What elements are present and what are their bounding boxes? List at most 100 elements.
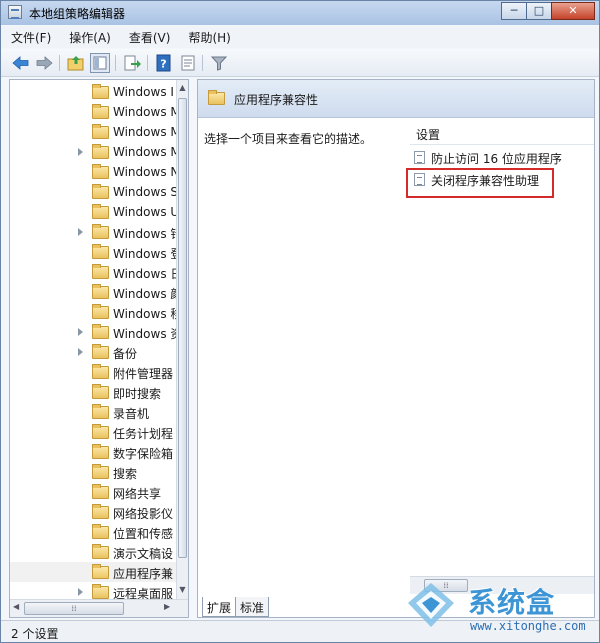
folder-icon <box>92 204 109 219</box>
folder-icon <box>92 544 109 559</box>
status-text: 2 个设置 <box>11 627 59 641</box>
tree-item[interactable]: 搜索 <box>10 462 180 482</box>
tree-item[interactable]: 网络共享 <box>10 482 180 502</box>
tree-item[interactable]: 录音机 <box>10 402 180 422</box>
expand-arrow-icon[interactable] <box>78 228 83 236</box>
export-list-icon[interactable] <box>122 53 142 73</box>
tab-extended[interactable]: 扩展 <box>202 597 237 617</box>
folder-icon <box>92 104 109 119</box>
tree-item[interactable]: 附件管理器 <box>10 362 180 382</box>
close-button[interactable]: ✕ <box>551 2 595 20</box>
column-divider <box>410 144 594 145</box>
toolbar-separator <box>202 55 203 71</box>
tree-pane[interactable]: Windows I Windows M Windows M Windows M Wind… <box>9 79 189 618</box>
tree-horizontal-scroll-thumb[interactable]: ⁞⁞ <box>24 602 124 615</box>
tree-item[interactable]: Windows U <box>10 202 180 222</box>
site-watermark: 系统盒 www.xitonghe.com <box>406 575 598 641</box>
title-bar[interactable]: 本地组策略编辑器 ─ □ ✕ <box>1 1 599 25</box>
folder-icon <box>92 484 109 499</box>
setting-row-block-16bit[interactable]: 防止访问 16 位应用程序 <box>414 148 594 168</box>
tree-vertical-scroll-thumb[interactable] <box>178 98 187 558</box>
tree-item[interactable]: Windows 颜 <box>10 282 180 302</box>
menu-file[interactable]: 文件(F) <box>11 29 51 46</box>
watermark-url: www.xitonghe.com <box>470 619 586 633</box>
tree-item[interactable]: 演示文稿设 <box>10 542 180 562</box>
tree-item[interactable]: Windows 移 <box>10 302 180 322</box>
tree-item-label: 录音机 <box>113 407 150 421</box>
expand-arrow-icon[interactable] <box>78 148 83 156</box>
tree-item[interactable]: Windows 资 <box>10 322 180 342</box>
tree-item-label: Windows 资 <box>113 327 180 341</box>
scroll-down-arrow-icon[interactable]: ▼ <box>177 582 188 598</box>
scroll-right-arrow-icon[interactable]: ▶ <box>164 602 170 611</box>
tree-item[interactable]: Windows M <box>10 122 180 142</box>
tree-item[interactable]: 备份 <box>10 342 180 362</box>
maximize-button[interactable]: □ <box>526 2 552 20</box>
scroll-left-arrow-icon[interactable]: ◀ <box>13 602 19 611</box>
tree-item[interactable]: Windows I <box>10 82 180 102</box>
tree-item[interactable]: 网络投影仪 <box>10 502 180 522</box>
tree-item-label: Windows M <box>113 125 180 139</box>
tree-item[interactable]: 任务计划程 <box>10 422 180 442</box>
expand-arrow-icon[interactable] <box>78 588 83 596</box>
tree-item-label: Windows 登 <box>113 247 180 261</box>
watermark-brand: 系统盒 <box>468 586 556 619</box>
folder-icon <box>208 90 225 105</box>
window-title: 本地组策略编辑器 <box>29 7 126 21</box>
folder-icon <box>92 504 109 519</box>
menu-help[interactable]: 帮助(H) <box>188 29 230 46</box>
tree-item[interactable]: 数字保险箱 <box>10 442 180 462</box>
toolbar: ? <box>1 49 599 77</box>
tree-item[interactable]: 位置和传感 <box>10 522 180 542</box>
menu-action[interactable]: 操作(A) <box>69 29 111 46</box>
folder-icon <box>92 344 109 359</box>
properties-icon[interactable] <box>178 53 198 73</box>
tree-item[interactable]: Windows M <box>10 102 180 122</box>
tree-item[interactable]: Windows N <box>10 162 180 182</box>
tree-horizontal-scrollbar[interactable]: ◀ ⁞⁞ ▶ <box>10 599 188 617</box>
tree-item[interactable]: Windows 日 <box>10 262 180 282</box>
folder-icon <box>92 84 109 99</box>
back-arrow-icon[interactable] <box>11 53 31 73</box>
tree-item[interactable]: 应用程序兼 <box>10 562 180 582</box>
tree-item[interactable]: Windows S <box>10 182 180 202</box>
expand-arrow-icon[interactable] <box>78 348 83 356</box>
tree-vertical-scrollbar[interactable]: ▲ ▼ <box>176 80 188 600</box>
forward-arrow-icon[interactable] <box>34 53 54 73</box>
window-controls: ─ □ ✕ <box>501 2 595 20</box>
folder-icon <box>92 464 109 479</box>
menu-view[interactable]: 查看(V) <box>129 29 171 46</box>
tree-item-label: 网络投影仪 <box>113 507 174 521</box>
show-hide-tree-icon[interactable] <box>90 53 110 73</box>
policy-editor-app-icon <box>8 5 22 19</box>
toolbar-separator <box>147 55 148 71</box>
settings-column-header[interactable]: 设置 <box>416 126 440 143</box>
tree-item-label: Windows I <box>113 85 174 99</box>
tab-standard[interactable]: 标准 <box>235 597 270 617</box>
tree-item[interactable]: Windows M <box>10 142 180 162</box>
tree-item-label: Windows 移 <box>113 307 180 321</box>
folder-icon <box>92 224 109 239</box>
toolbar-separator <box>115 55 116 71</box>
tree-item[interactable]: Windows 错 <box>10 222 180 242</box>
help-icon[interactable]: ? <box>154 53 174 73</box>
minimize-button[interactable]: ─ <box>501 2 527 20</box>
menu-bar: 文件(F) 操作(A) 查看(V) 帮助(H) <box>1 26 599 48</box>
tree-item-label: 搜索 <box>113 467 138 481</box>
tree-item-label: Windows M <box>113 145 180 159</box>
tree-item[interactable]: 即时搜索 <box>10 382 180 402</box>
scroll-up-arrow-icon[interactable]: ▲ <box>177 80 188 96</box>
folder-icon <box>92 164 109 179</box>
svg-text:?: ? <box>160 58 166 71</box>
folder-icon <box>92 524 109 539</box>
up-folder-icon[interactable] <box>66 53 86 73</box>
tree-item[interactable]: Windows 登 <box>10 242 180 262</box>
folder-icon <box>92 364 109 379</box>
details-title: 应用程序兼容性 <box>234 93 319 107</box>
folder-icon <box>92 284 109 299</box>
expand-arrow-icon[interactable] <box>78 328 83 336</box>
folder-icon <box>92 384 109 399</box>
tree-item-label: 数字保险箱 <box>113 447 174 461</box>
filter-icon[interactable] <box>209 53 229 73</box>
tree-item-label: Windows 错 <box>113 227 180 241</box>
